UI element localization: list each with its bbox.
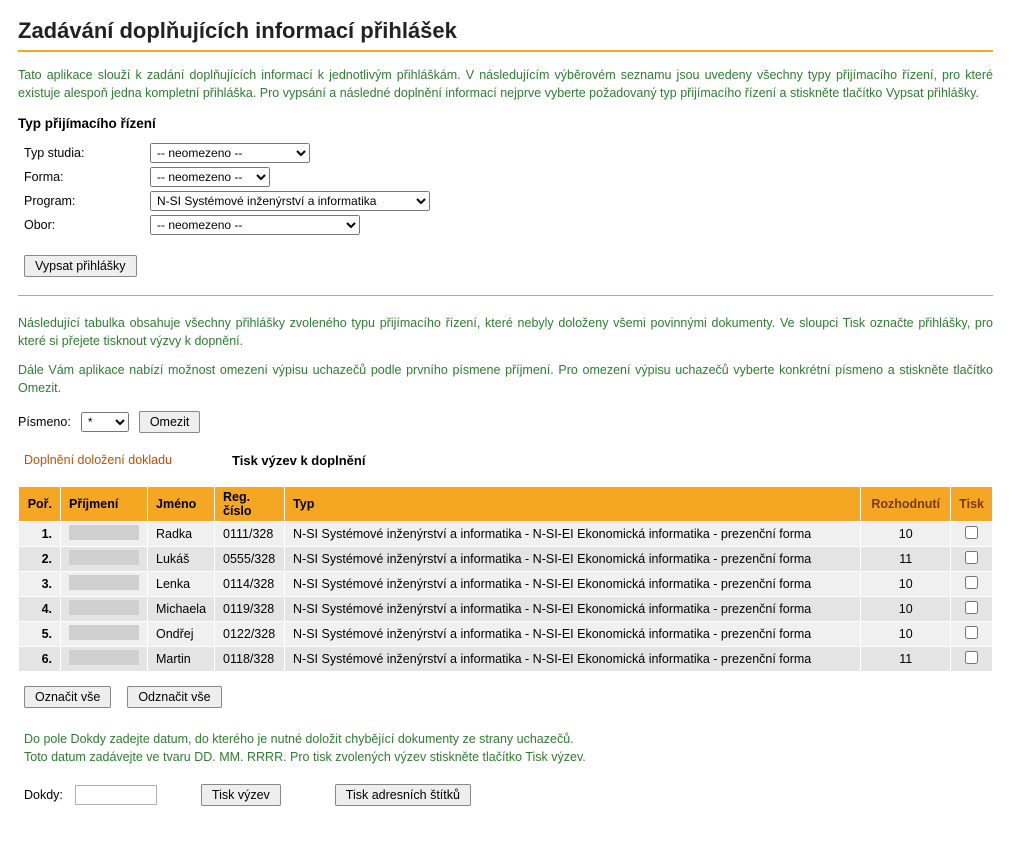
tisk-vyzev-button[interactable]: Tisk výzev [201, 784, 281, 806]
cell-typ: N-SI Systémové inženýrství a informatika… [285, 546, 861, 571]
cell-rozhodnuti: 10 [861, 596, 951, 621]
cell-tisk [951, 596, 993, 621]
cell-por: 6. [19, 646, 61, 671]
cell-por: 3. [19, 571, 61, 596]
col-reg: Reg. číslo [215, 486, 285, 521]
cell-rozhodnuti: 11 [861, 546, 951, 571]
cell-tisk [951, 546, 993, 571]
cell-jmeno: Lukáš [148, 546, 215, 571]
cell-reg: 0119/328 [215, 596, 285, 621]
page-title: Zadávání doplňujících informací přihláše… [18, 18, 993, 44]
label-program: Program: [24, 191, 144, 211]
select-letter[interactable]: * [81, 412, 129, 432]
col-prijmeni: Příjmení [61, 486, 148, 521]
cell-prijmeni [61, 571, 148, 596]
tisk-checkbox[interactable] [965, 601, 978, 614]
col-typ: Typ [285, 486, 861, 521]
divider [18, 50, 993, 52]
cell-reg: 0555/328 [215, 546, 285, 571]
cell-rozhodnuti: 10 [861, 571, 951, 596]
tab-doplneni-dolozeni[interactable]: Doplnění doložení dokladu [24, 453, 172, 468]
select-all-button[interactable]: Označit vše [24, 686, 111, 708]
cell-por: 4. [19, 596, 61, 621]
vypsat-prihlasky-button[interactable]: Vypsat přihlášky [24, 255, 137, 277]
cell-reg: 0122/328 [215, 621, 285, 646]
cell-jmeno: Martin [148, 646, 215, 671]
cell-prijmeni [61, 646, 148, 671]
cell-por: 1. [19, 521, 61, 546]
tab-tisk-vyzev[interactable]: Tisk výzev k doplnění [232, 453, 365, 468]
tisk-checkbox[interactable] [965, 651, 978, 664]
omezit-button[interactable]: Omezit [139, 411, 201, 433]
cell-prijmeni [61, 521, 148, 546]
col-por: Poř. [19, 486, 61, 521]
footer-note: Do pole Dokdy zadejte datum, do kterého … [24, 730, 993, 766]
cell-rozhodnuti: 10 [861, 621, 951, 646]
deselect-all-button[interactable]: Odznačit vše [127, 686, 221, 708]
cell-prijmeni [61, 546, 148, 571]
cell-rozhodnuti: 10 [861, 521, 951, 546]
cell-typ: N-SI Systémové inženýrství a informatika… [285, 646, 861, 671]
cell-jmeno: Michaela [148, 596, 215, 621]
cell-jmeno: Ondřej [148, 621, 215, 646]
label-forma: Forma: [24, 167, 144, 187]
cell-typ: N-SI Systémové inženýrství a informatika… [285, 521, 861, 546]
table-row: 1. Radka0111/328N-SI Systémové inženýrstv… [19, 521, 993, 546]
col-jmeno: Jméno [148, 486, 215, 521]
cell-tisk [951, 621, 993, 646]
cell-por: 5. [19, 621, 61, 646]
cell-prijmeni [61, 596, 148, 621]
intro-text: Tato aplikace slouží k zadání doplňující… [18, 66, 993, 102]
letter-filter-label: Písmeno: [18, 415, 71, 429]
cell-prijmeni [61, 621, 148, 646]
table-row: 3. Lenka0114/328N-SI Systémové inženýrstv… [19, 571, 993, 596]
cell-reg: 0118/328 [215, 646, 285, 671]
table-row: 2. Lukáš0555/328N-SI Systémové inženýrstv… [19, 546, 993, 571]
select-program[interactable]: N-SI Systémové inženýrství a informatika [150, 191, 430, 211]
table-row: 4. Michaela0119/328N-SI Systémové inženýr… [19, 596, 993, 621]
tisk-checkbox[interactable] [965, 551, 978, 564]
select-obor[interactable]: -- neomezeno -- [150, 215, 360, 235]
cell-reg: 0111/328 [215, 521, 285, 546]
select-typ-studia[interactable]: -- neomezeno -- [150, 143, 310, 163]
cell-typ: N-SI Systémové inženýrství a informatika… [285, 621, 861, 646]
tisk-checkbox[interactable] [965, 626, 978, 639]
cell-por: 2. [19, 546, 61, 571]
applications-table: Poř. Příjmení Jméno Reg. číslo Typ Rozho… [18, 486, 993, 672]
tisk-stitku-button[interactable]: Tisk adresních štítků [335, 784, 471, 806]
col-tisk: Tisk [951, 486, 993, 521]
cell-tisk [951, 646, 993, 671]
dokdy-label: Dokdy: [24, 788, 63, 802]
label-typ-studia: Typ studia: [24, 143, 144, 163]
table-row: 5. Ondřej0122/328N-SI Systémové inženýrst… [19, 621, 993, 646]
dokdy-input[interactable] [75, 785, 157, 805]
table-note-2: Dále Vám aplikace nabízí možnost omezení… [18, 361, 993, 397]
cell-rozhodnuti: 11 [861, 646, 951, 671]
tisk-checkbox[interactable] [965, 576, 978, 589]
cell-tisk [951, 571, 993, 596]
cell-reg: 0114/328 [215, 571, 285, 596]
divider [18, 295, 993, 296]
cell-typ: N-SI Systémové inženýrství a informatika… [285, 571, 861, 596]
col-rozhodnuti: Rozhodnutí [861, 486, 951, 521]
filter-heading: Typ přijímacího řízení [18, 116, 993, 131]
cell-typ: N-SI Systémové inženýrství a informatika… [285, 596, 861, 621]
select-forma[interactable]: -- neomezeno -- [150, 167, 270, 187]
table-row: 6. Martin0118/328N-SI Systémové inženýrst… [19, 646, 993, 671]
table-note-1: Následující tabulka obsahuje všechny při… [18, 314, 993, 350]
cell-jmeno: Lenka [148, 571, 215, 596]
tisk-checkbox[interactable] [965, 526, 978, 539]
cell-tisk [951, 521, 993, 546]
label-obor: Obor: [24, 215, 144, 235]
cell-jmeno: Radka [148, 521, 215, 546]
